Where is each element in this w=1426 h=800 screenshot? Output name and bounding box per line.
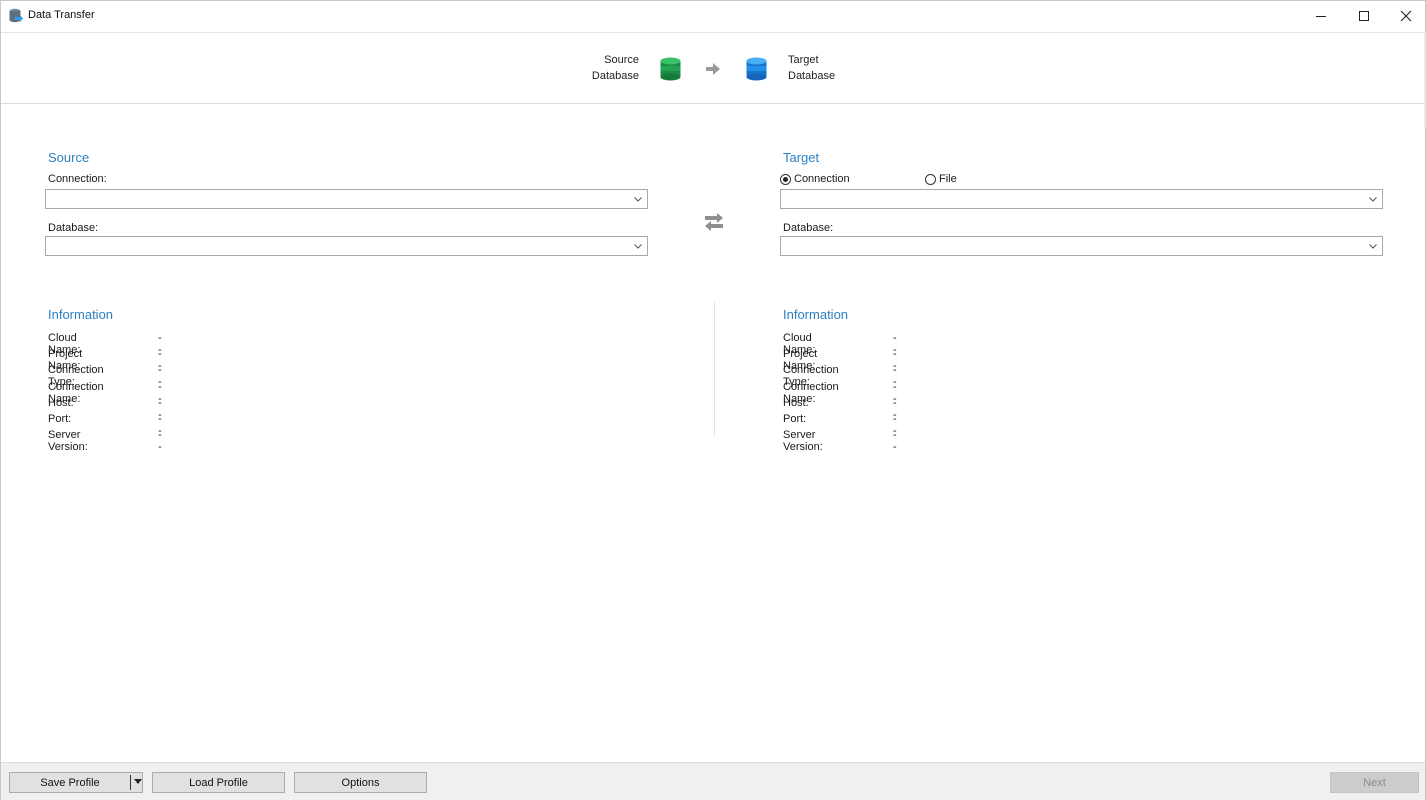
load-profile-button[interactable]: Load Profile bbox=[152, 772, 285, 793]
target-database-dropdown[interactable] bbox=[780, 236, 1383, 256]
info-value: -- bbox=[893, 429, 897, 454]
target-database-label: Database: bbox=[783, 222, 834, 234]
target-mode-file-radio[interactable]: File bbox=[925, 173, 957, 185]
footer-bar: Save Profile Load Profile Options Next bbox=[1, 762, 1425, 800]
swap-source-target-button[interactable] bbox=[702, 209, 726, 233]
maximize-icon bbox=[1359, 11, 1369, 21]
target-info-title: Information bbox=[783, 307, 849, 322]
split-divider bbox=[130, 775, 131, 790]
info-key: Server Version: bbox=[48, 429, 88, 454]
options-button[interactable]: Options bbox=[294, 772, 427, 793]
info-value: -- bbox=[158, 429, 162, 454]
transfer-arrow-icon bbox=[706, 63, 720, 75]
chevron-down-icon bbox=[1369, 244, 1377, 249]
maximize-button[interactable] bbox=[1341, 1, 1387, 31]
minimize-button[interactable] bbox=[1298, 1, 1344, 31]
source-connection-label: Connection: bbox=[48, 173, 107, 185]
target-connection-dropdown[interactable] bbox=[780, 189, 1383, 209]
radio-selected-icon bbox=[780, 173, 791, 185]
chevron-down-icon bbox=[634, 197, 642, 202]
data-transfer-app-icon bbox=[9, 8, 23, 23]
info-key: Host: bbox=[783, 396, 809, 409]
window-title: Data Transfer bbox=[28, 9, 95, 21]
chevron-down-icon bbox=[634, 244, 642, 249]
title-bar: Data Transfer bbox=[1, 1, 1425, 31]
save-profile-button[interactable]: Save Profile bbox=[9, 772, 143, 793]
target-label-line1: Target bbox=[788, 54, 819, 66]
target-database-icon bbox=[746, 57, 767, 81]
info-key: Port: bbox=[783, 412, 807, 425]
target-mode-connection-radio[interactable]: Connection bbox=[780, 173, 850, 185]
close-button[interactable] bbox=[1383, 1, 1426, 31]
info-key: Port: bbox=[48, 412, 72, 425]
close-icon bbox=[1400, 10, 1412, 22]
radio-label: File bbox=[939, 173, 957, 185]
chevron-down-icon bbox=[1369, 197, 1377, 202]
source-info-title: Information bbox=[48, 307, 114, 322]
transfer-banner: Source Database Target Database bbox=[1, 32, 1425, 104]
minimize-icon bbox=[1316, 16, 1326, 17]
target-title: Target bbox=[783, 150, 820, 165]
radio-unselected-icon bbox=[925, 173, 936, 185]
source-label-line2: Database bbox=[591, 70, 639, 82]
source-database-label: Source Database bbox=[591, 52, 639, 84]
source-title: Source bbox=[48, 150, 90, 165]
source-connection-dropdown[interactable] bbox=[45, 189, 648, 209]
info-key: Server Version: bbox=[783, 429, 823, 454]
source-database-dropdown[interactable] bbox=[45, 236, 648, 256]
source-database-label: Database: bbox=[48, 222, 99, 234]
dropdown-arrow-icon[interactable] bbox=[134, 779, 142, 784]
info-divider bbox=[714, 302, 715, 436]
target-database-label: Target Database bbox=[788, 52, 835, 84]
next-button[interactable]: Next bbox=[1330, 772, 1419, 793]
radio-label: Connection bbox=[794, 173, 850, 185]
target-label-line2: Database bbox=[788, 70, 836, 82]
source-database-icon bbox=[660, 57, 681, 81]
source-label-line1: Source bbox=[604, 54, 639, 66]
info-key: Host: bbox=[48, 396, 74, 409]
data-transfer-window: Data Transfer Source Database Target Dat… bbox=[0, 0, 1426, 800]
save-profile-label: Save Profile bbox=[40, 776, 100, 789]
